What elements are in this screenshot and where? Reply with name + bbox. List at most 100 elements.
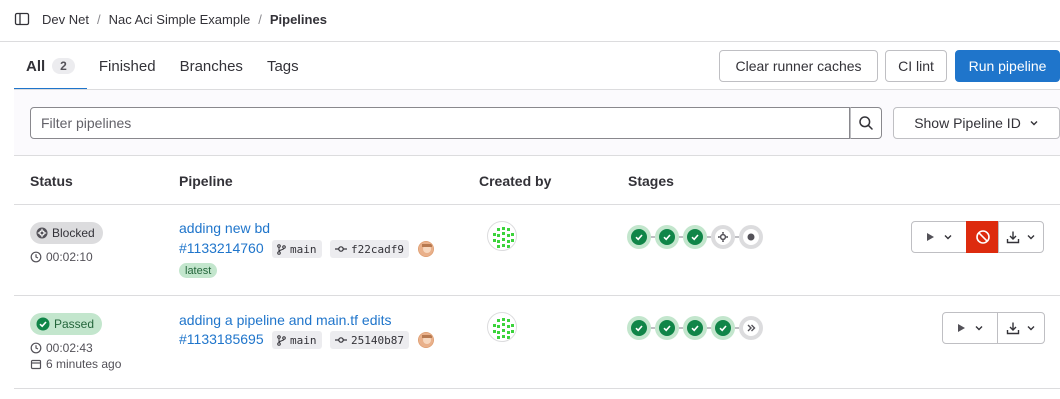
status-label: Blocked bbox=[52, 226, 95, 240]
pipeline-id-link[interactable]: #1133185695 bbox=[179, 331, 264, 347]
chevron-down-icon bbox=[975, 326, 983, 331]
commit-author-avatar[interactable] bbox=[418, 241, 434, 257]
tab-tags[interactable]: Tags bbox=[255, 42, 311, 90]
commit-ref[interactable]: f22cadf9 bbox=[330, 240, 409, 258]
breadcrumb: Dev Net / Nac Aci Simple Example / Pipel… bbox=[14, 0, 327, 38]
run-pipeline-button[interactable]: Run pipeline bbox=[955, 50, 1060, 82]
creator-avatar[interactable] bbox=[487, 312, 517, 342]
status-badge[interactable]: Blocked bbox=[30, 222, 103, 244]
table-row: Blocked 00:02:10 adding new bd #11332147… bbox=[14, 205, 1060, 296]
play-icon bbox=[927, 233, 934, 241]
branch-icon bbox=[277, 243, 286, 255]
sidebar-toggle-icon[interactable] bbox=[14, 11, 30, 27]
tab-branches[interactable]: Branches bbox=[168, 42, 255, 90]
stage-success[interactable] bbox=[683, 316, 707, 340]
tab-label: Tags bbox=[266, 57, 299, 75]
table-row: Passed 00:02:43 6 minutes ago adding a p… bbox=[14, 296, 1060, 389]
stage-success[interactable] bbox=[655, 316, 679, 340]
download-icon bbox=[1006, 231, 1020, 244]
pipeline-actions bbox=[911, 221, 1044, 253]
double-chevron-right-icon bbox=[747, 324, 756, 332]
chevron-down-icon bbox=[1027, 235, 1035, 240]
breadcrumb-project[interactable]: Nac Aci Simple Example bbox=[109, 12, 251, 27]
commit-sha: 25140b87 bbox=[351, 333, 404, 347]
gear-icon bbox=[718, 232, 728, 242]
stage-success[interactable] bbox=[683, 225, 707, 249]
status-badge[interactable]: Passed bbox=[30, 313, 103, 335]
tab-all[interactable]: All 2 bbox=[14, 42, 87, 90]
gear-icon bbox=[36, 227, 48, 239]
finished-time: 6 minutes ago bbox=[30, 357, 121, 371]
creator-avatar[interactable] bbox=[487, 221, 517, 251]
chevron-down-icon bbox=[1030, 121, 1038, 126]
chevron-down-icon bbox=[944, 235, 952, 240]
tab-label: All bbox=[26, 57, 46, 75]
commit-author-avatar[interactable] bbox=[418, 332, 434, 348]
breadcrumb-separator: / bbox=[258, 11, 262, 27]
stage-list bbox=[627, 225, 763, 249]
search-icon bbox=[859, 116, 873, 130]
stage-skipped[interactable] bbox=[739, 225, 763, 249]
play-icon bbox=[958, 324, 965, 332]
duration-value: 00:02:10 bbox=[46, 250, 93, 264]
branch-name: main bbox=[290, 242, 317, 256]
status-label: Passed bbox=[54, 317, 95, 331]
breadcrumb-current[interactable]: Pipelines bbox=[270, 12, 327, 27]
filter-pipelines-input[interactable]: Filter pipelines bbox=[30, 107, 850, 139]
calendar-icon bbox=[30, 359, 42, 370]
clock-icon bbox=[30, 342, 42, 354]
table-header: Status Pipeline Created by Stages bbox=[14, 157, 1060, 205]
branch-ref[interactable]: main bbox=[272, 331, 322, 349]
header-status: Status bbox=[30, 173, 73, 189]
stage-success[interactable] bbox=[627, 316, 651, 340]
cancel-pipeline-button[interactable] bbox=[966, 221, 999, 253]
pipeline-tabs: All 2 Finished Branches Tags bbox=[14, 42, 311, 90]
pipeline-title-link[interactable]: adding new bd bbox=[179, 220, 270, 236]
manual-jobs-dropdown[interactable] bbox=[911, 221, 967, 253]
download-artifacts-dropdown[interactable] bbox=[998, 221, 1044, 253]
check-icon bbox=[635, 325, 643, 332]
clock-icon bbox=[30, 251, 42, 263]
filter-placeholder: Filter pipelines bbox=[41, 115, 132, 131]
commit-ref[interactable]: 25140b87 bbox=[330, 331, 409, 349]
search-button[interactable] bbox=[850, 107, 882, 139]
check-icon bbox=[691, 234, 699, 241]
breadcrumb-separator: / bbox=[96, 11, 101, 27]
dot-icon bbox=[747, 233, 755, 241]
check-icon bbox=[719, 325, 727, 332]
stage-success[interactable] bbox=[655, 225, 679, 249]
dropdown-label: Show Pipeline ID bbox=[914, 115, 1021, 131]
header-pipeline: Pipeline bbox=[179, 173, 233, 189]
branch-ref[interactable]: main bbox=[272, 240, 322, 258]
chevron-down-icon bbox=[1027, 326, 1035, 331]
commit-icon bbox=[335, 246, 347, 252]
stage-success[interactable] bbox=[627, 225, 651, 249]
manual-jobs-dropdown[interactable] bbox=[942, 312, 998, 344]
download-icon bbox=[1006, 322, 1020, 335]
tab-finished[interactable]: Finished bbox=[87, 42, 168, 90]
pipeline-title-link[interactable]: adding a pipeline and main.tf edits bbox=[179, 312, 391, 328]
stage-success[interactable] bbox=[711, 316, 735, 340]
tab-label: Branches bbox=[179, 57, 243, 75]
stage-manual[interactable] bbox=[711, 225, 735, 249]
cancel-icon bbox=[975, 230, 990, 244]
download-artifacts-dropdown[interactable] bbox=[997, 312, 1045, 344]
header-stages: Stages bbox=[628, 173, 674, 189]
clear-runner-caches-button[interactable]: Clear runner caches bbox=[719, 50, 878, 82]
branch-name: main bbox=[290, 333, 317, 347]
pipeline-id-link[interactable]: #1133214760 bbox=[179, 240, 264, 256]
check-icon bbox=[635, 234, 643, 241]
commit-icon bbox=[335, 337, 347, 343]
stage-list bbox=[627, 316, 763, 340]
ci-lint-button[interactable]: CI lint bbox=[885, 50, 947, 82]
show-pipeline-id-dropdown[interactable]: Show Pipeline ID bbox=[893, 107, 1060, 139]
stage-skipped[interactable] bbox=[739, 316, 763, 340]
tab-count-badge: 2 bbox=[52, 58, 75, 74]
duration: 00:02:10 bbox=[30, 250, 93, 264]
check-icon bbox=[691, 325, 699, 332]
check-icon bbox=[663, 325, 671, 332]
check-icon bbox=[663, 234, 671, 241]
pipeline-actions bbox=[942, 312, 1045, 344]
header-created-by: Created by bbox=[479, 173, 552, 189]
breadcrumb-group[interactable]: Dev Net bbox=[42, 12, 89, 27]
